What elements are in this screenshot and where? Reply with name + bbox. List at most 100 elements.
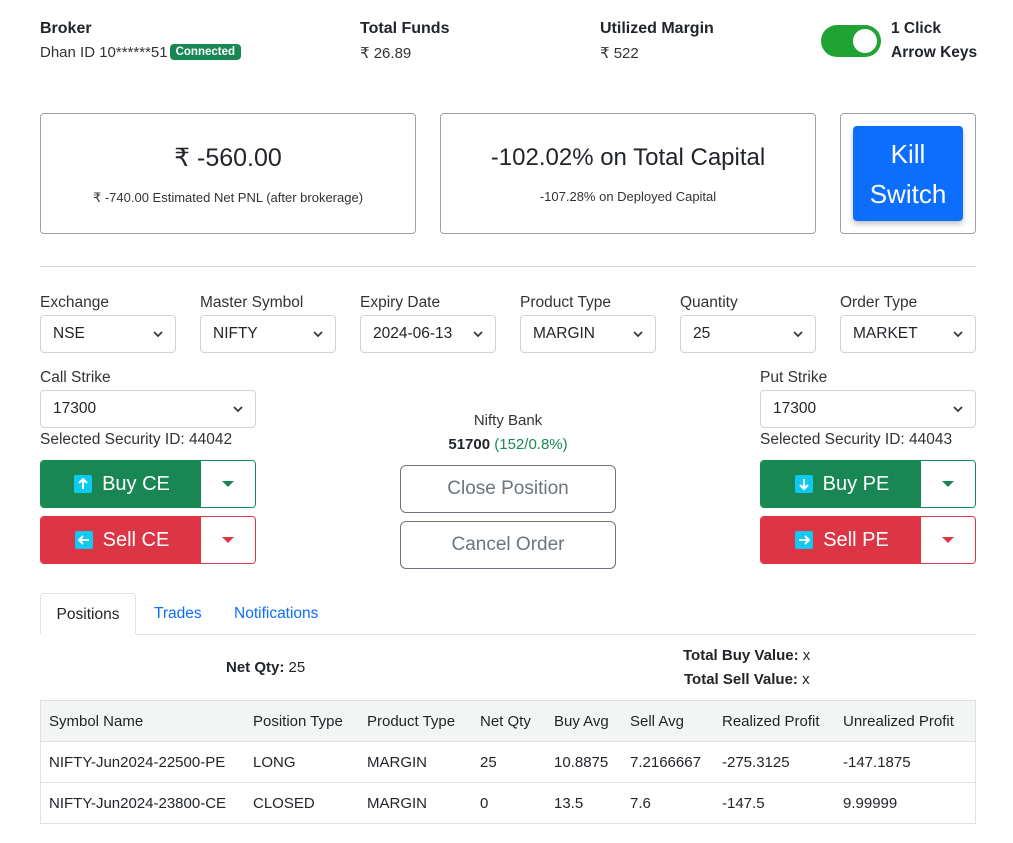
positions-table-wrap: Symbol Name Position Type Product Type N… [40,700,976,824]
total-sell-summary: Total Sell Value: x [684,671,810,688]
net-qty-summary: Net Qty: 25 [226,659,305,676]
cell-product-type: MARGIN [359,741,472,783]
col-net-qty: Net Qty [472,701,546,742]
cancel-order-button[interactable]: Cancel Order [400,521,616,569]
put-strike-select[interactable]: 17300 [760,390,976,428]
call-strike-label: Call Strike [40,369,111,386]
quantity-label: Quantity [680,294,738,311]
chevron-down-icon [153,331,163,338]
arrow-right-icon [795,531,814,549]
pnl-card: ₹ -560.00 ₹ -740.00 Estimated Net PNL (a… [40,113,416,234]
total-funds-label: Total Funds [360,20,450,37]
cell-net-qty: 25 [472,741,546,783]
pct-deployed-capital: -107.28% on Deployed Capital [539,189,717,204]
buy-pe-label: Buy PE [822,472,890,495]
expiry-date-value: 2024-06-13 [373,325,453,342]
chevron-down-icon [233,406,243,413]
expiry-date-label: Expiry Date [360,294,441,311]
cell-symbol: NIFTY-Jun2024-23800-CE [41,782,245,824]
col-symbol-name: Symbol Name [41,701,245,742]
kill-switch-line-2: Switch [869,179,947,209]
index-change: (152/0.8%) [494,436,568,453]
utilized-margin-value: ₹ 522 [600,45,639,62]
call-strike-select[interactable]: 17300 [40,390,256,428]
buy-pe-button[interactable]: Buy PE [761,461,923,507]
tabs-baseline [40,634,976,635]
caret-down-icon [222,537,234,543]
product-type-select[interactable]: MARGIN [520,315,656,353]
toggle-label-2: Arrow Keys [891,44,978,61]
kill-switch-button[interactable]: Kill Switch [853,126,963,221]
one-click-toggle[interactable] [821,25,881,57]
buy-ce-button[interactable]: Buy CE [41,461,203,507]
pct-total-capital: -102.02% on Total Capital [490,144,766,171]
pnl-amount: ₹ -560.00 [174,144,282,172]
cell-realized-profit: -275.3125 [714,741,835,783]
col-buy-avg: Buy Avg [546,701,622,742]
col-position-type: Position Type [245,701,359,742]
table-row: NIFTY-Jun2024-22500-PE LONG MARGIN 25 10… [41,741,975,783]
sell-pe-label: Sell PE [823,528,889,551]
sell-ce-dropdown[interactable] [201,517,255,563]
cell-sell-avg: 7.6 [622,782,714,824]
put-strike-value: 17300 [773,400,817,417]
kill-switch-line-1: Kill [890,139,926,169]
sell-ce-group: Sell CE [40,516,256,564]
cell-unrealized-profit: -147.1875 [835,741,975,783]
sell-pe-dropdown[interactable] [921,517,975,563]
exchange-select[interactable]: NSE [40,315,176,353]
caret-down-icon [942,481,954,487]
buy-pe-group: Buy PE [760,460,976,508]
call-security-id: Selected Security ID: 44042 [40,431,233,448]
total-buy-value: x [802,647,811,664]
col-realized-profit: Realized Profit [714,701,835,742]
cell-product-type: MARGIN [359,782,472,824]
buy-ce-dropdown[interactable] [201,461,255,507]
tab-trades[interactable]: Trades [154,605,202,623]
product-type-label: Product Type [520,294,612,311]
arrow-left-icon [74,531,93,549]
positions-table: Symbol Name Position Type Product Type N… [41,701,975,824]
arrow-up-icon [74,475,93,493]
total-funds-value: ₹ 26.89 [360,45,412,62]
capital-card: -102.02% on Total Capital -107.28% on De… [440,113,816,234]
col-unrealized-profit: Unrealized Profit [835,701,975,742]
master-symbol-select[interactable]: NIFTY [200,315,336,353]
expiry-date-select[interactable]: 2024-06-13 [360,315,496,353]
col-sell-avg: Sell Avg [622,701,714,742]
sell-pe-button[interactable]: Sell PE [761,517,923,563]
tab-notifications[interactable]: Notifications [234,605,318,623]
sell-pe-group: Sell PE [760,516,976,564]
total-sell-value: x [802,671,810,688]
status-badge: Connected [169,44,242,60]
quantity-select[interactable]: 25 [680,315,816,353]
sell-ce-label: Sell CE [102,528,170,551]
utilized-margin-label: Utilized Margin [600,20,714,37]
tab-positions[interactable]: Positions [40,593,136,635]
chevron-down-icon [953,331,963,338]
arrow-down-icon [794,475,813,493]
order-type-select[interactable]: MARKET [840,315,976,353]
cell-sell-avg: 7.2166667 [622,741,714,783]
put-strike-label: Put Strike [760,369,828,386]
chevron-down-icon [793,331,803,338]
kill-switch-card: Kill Switch [840,113,976,234]
sell-ce-button[interactable]: Sell CE [41,517,203,563]
exchange-label: Exchange [40,294,109,311]
broker-id: Dhan ID 10******51 [40,44,168,61]
index-price: 51700 [448,436,491,453]
quantity-value: 25 [693,325,711,342]
buy-ce-label: Buy CE [102,472,170,495]
table-row: NIFTY-Jun2024-23800-CE CLOSED MARGIN 0 1… [41,782,975,824]
cell-unrealized-profit: 9.99999 [835,782,975,824]
cell-net-qty: 0 [472,782,546,824]
buy-pe-dropdown[interactable] [921,461,975,507]
col-product-type: Product Type [359,701,472,742]
index-name: Nifty Bank [473,412,543,429]
section-divider [40,266,976,267]
master-symbol-value: NIFTY [213,325,258,342]
close-position-button[interactable]: Close Position [400,465,616,513]
total-buy-label: Total Buy Value: [683,647,799,664]
cell-realized-profit: -147.5 [714,782,835,824]
caret-down-icon [222,481,234,487]
